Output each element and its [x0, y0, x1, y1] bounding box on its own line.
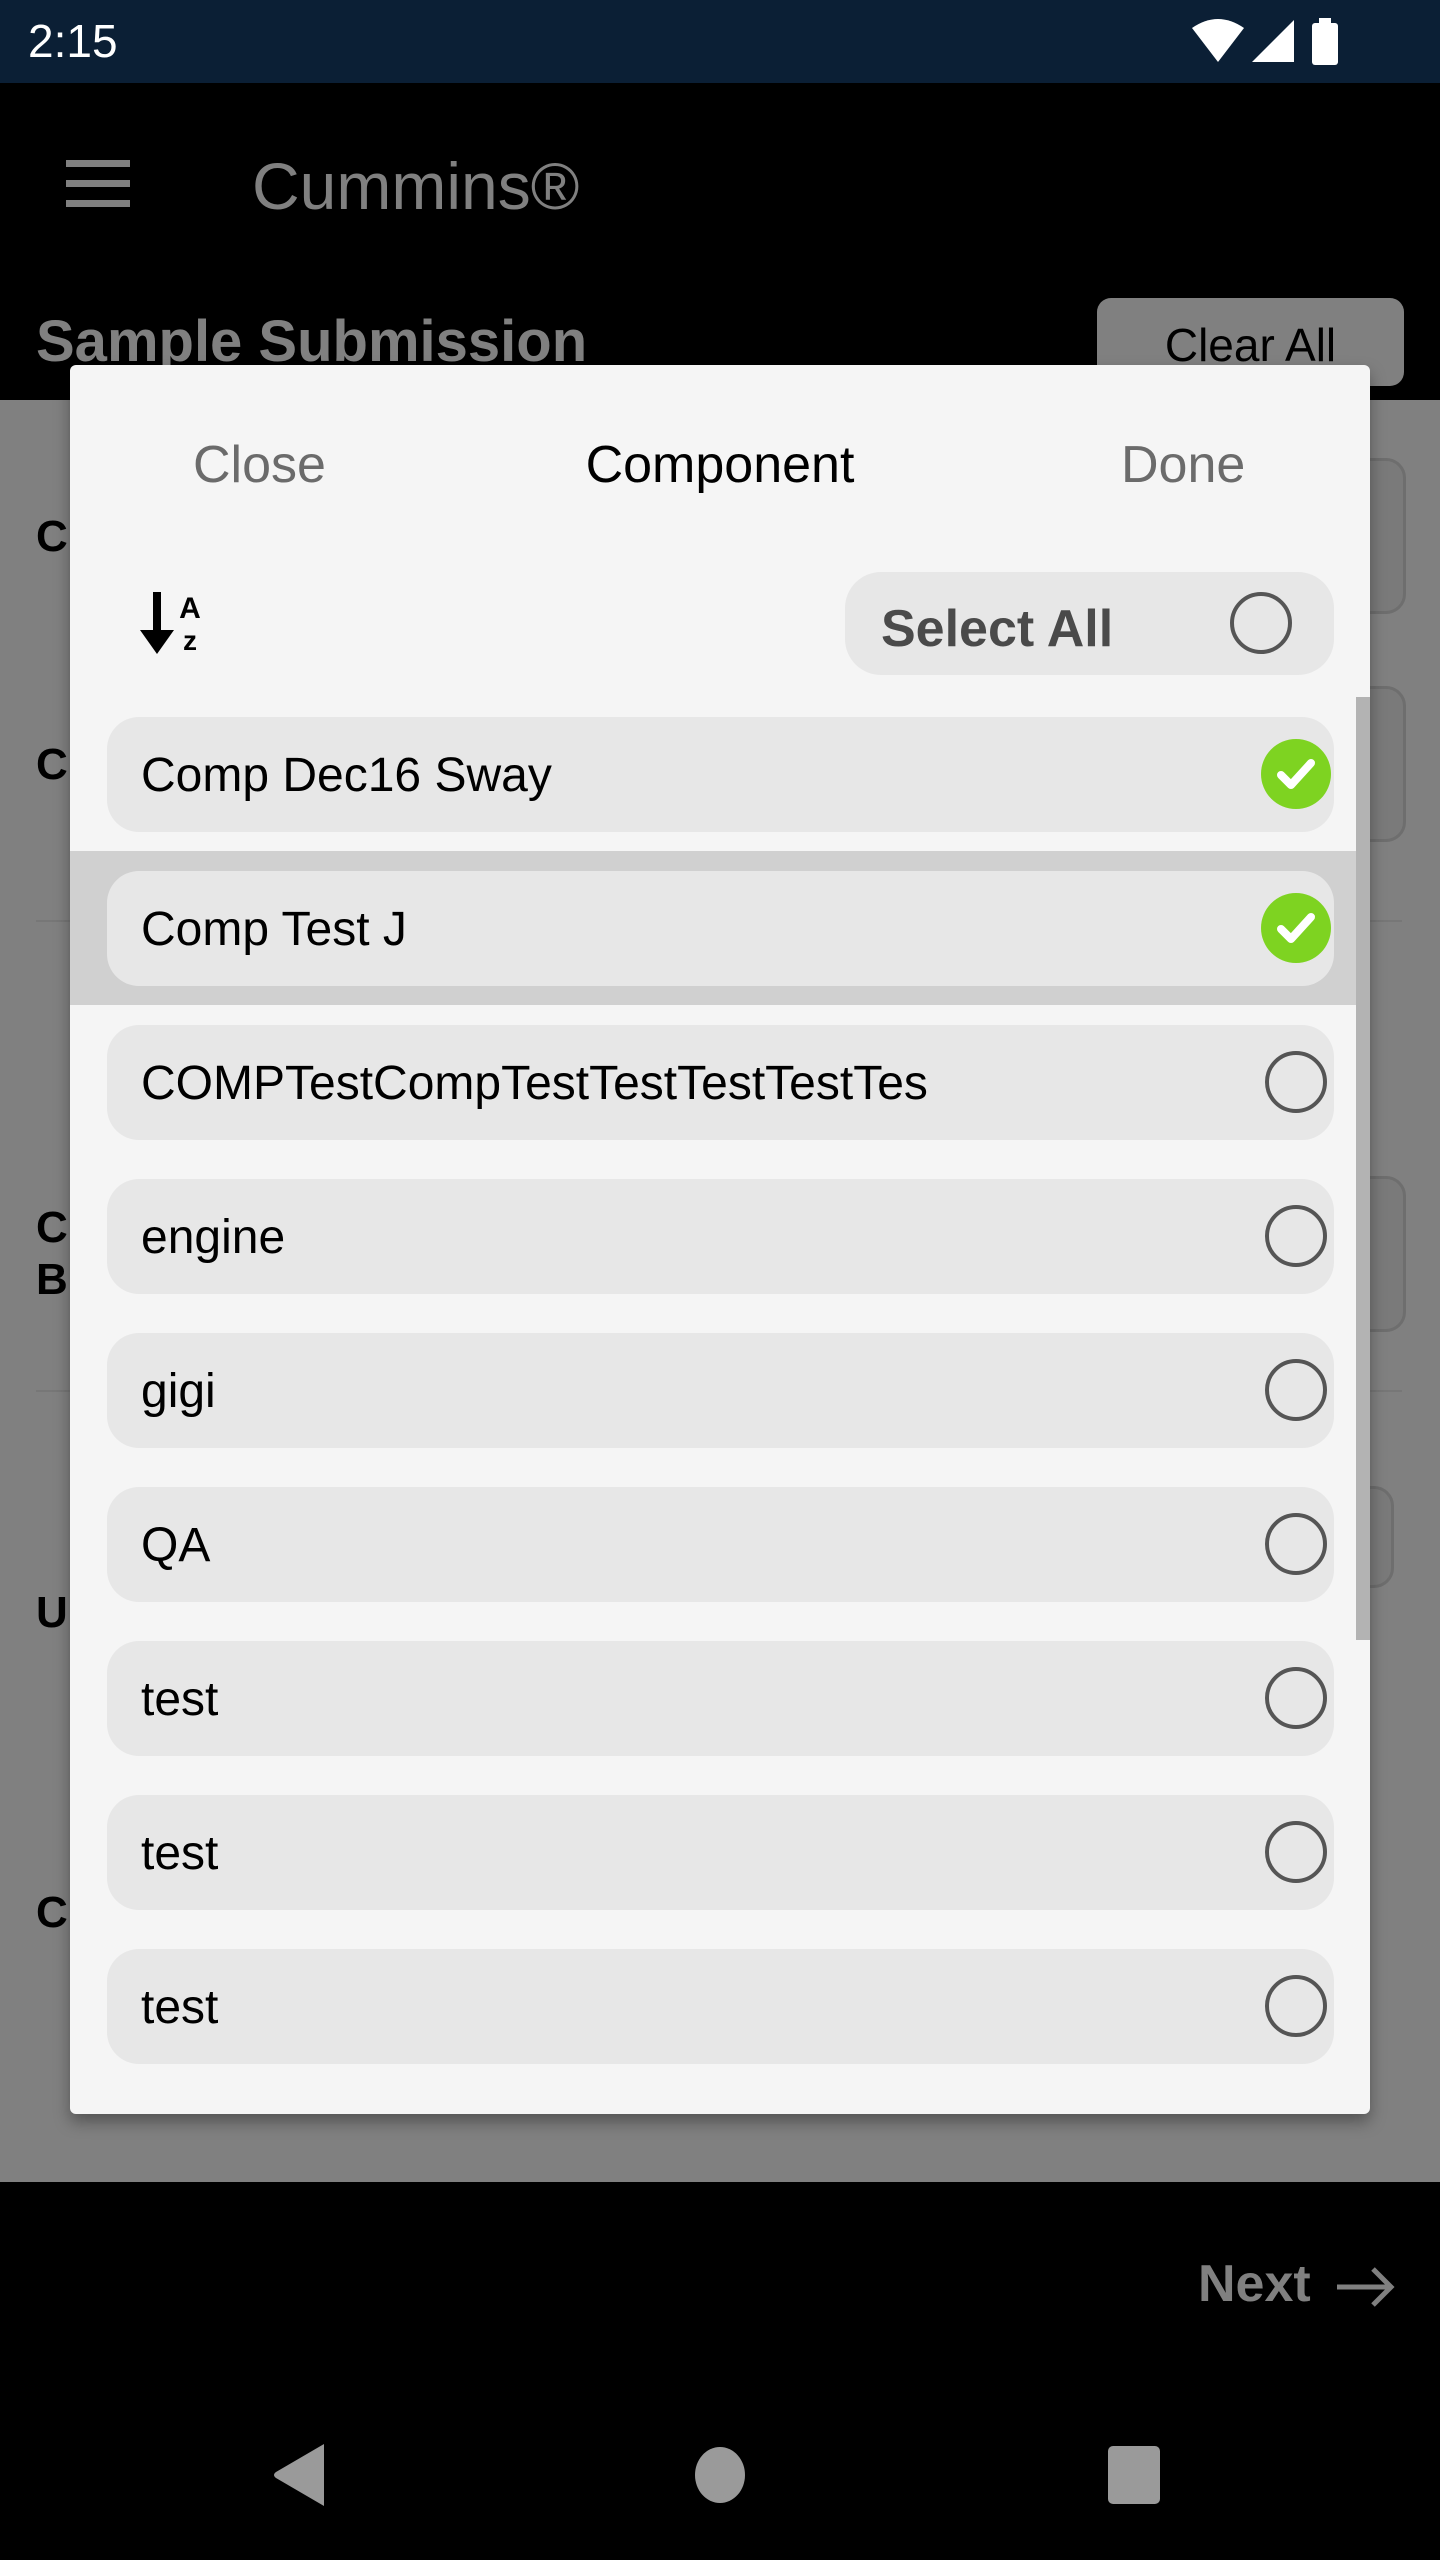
- radio-unchecked-icon[interactable]: [1265, 1821, 1327, 1883]
- component-name: test: [141, 1827, 219, 1880]
- component-list-item[interactable]: engine: [107, 1179, 1334, 1294]
- signal-icon: [1252, 20, 1294, 62]
- component-list-item[interactable]: gigi: [107, 1333, 1334, 1448]
- list-scrollbar[interactable]: [1356, 697, 1370, 1640]
- system-nav-bar: [0, 2400, 1440, 2560]
- wifi-icon: [1192, 19, 1244, 62]
- component-list-item[interactable]: COMPTestCompTestTestTestTestTes: [107, 1025, 1334, 1140]
- next-label: Next: [1198, 2255, 1311, 2313]
- component-list-item[interactable]: QA: [107, 1487, 1334, 1602]
- back-icon[interactable]: [272, 2442, 328, 2508]
- status-bar: 2:15: [0, 0, 1440, 83]
- component-name: COMPTestCompTestTestTestTestTes: [141, 1057, 928, 1110]
- component-list-item[interactable]: test: [107, 1641, 1334, 1756]
- form-label: U: [36, 1588, 68, 1637]
- component-name: gigi: [141, 1365, 216, 1418]
- radio-unchecked-icon[interactable]: [1265, 1205, 1327, 1267]
- component-list-item[interactable]: test: [107, 1795, 1334, 1910]
- hamburger-icon[interactable]: [66, 160, 130, 208]
- component-name: Comp Test J: [141, 903, 407, 956]
- select-all-label: Select All: [881, 600, 1114, 658]
- component-list-item[interactable]: Comp Test J: [107, 871, 1334, 986]
- recents-icon[interactable]: [1106, 2444, 1162, 2506]
- form-label: C: [36, 512, 68, 561]
- component-name: Comp Dec16 Sway: [141, 749, 552, 802]
- component-name: QA: [141, 1519, 211, 1572]
- component-name: test: [141, 1673, 219, 1726]
- form-label: C: [36, 1888, 68, 1937]
- radio-unchecked-icon[interactable]: [1265, 1051, 1327, 1113]
- component-list-item[interactable]: Comp Dec16 Sway: [107, 717, 1334, 832]
- done-button[interactable]: Done: [1121, 435, 1245, 495]
- component-list-item[interactable]: test: [107, 1949, 1334, 2064]
- sort-alpha-down-icon[interactable]: A z: [138, 590, 218, 660]
- status-time: 2:15: [28, 15, 118, 67]
- component-name: engine: [141, 1211, 286, 1264]
- component-picker-modal: Close Component Done A z Select All Comp…: [70, 365, 1370, 2114]
- home-icon[interactable]: [694, 2446, 746, 2504]
- radio-unchecked-icon[interactable]: [1265, 1513, 1327, 1575]
- checkmark-circle-icon[interactable]: [1261, 893, 1331, 963]
- next-button[interactable]: Next: [1198, 2254, 1397, 2314]
- app-title: Cummins®: [252, 149, 580, 223]
- sort-glyph-a: A: [179, 592, 201, 625]
- radio-unchecked-icon[interactable]: [1265, 1975, 1327, 2037]
- component-name: test: [141, 1981, 219, 2034]
- sort-glyph-z: z: [183, 625, 197, 656]
- form-label: C: [36, 740, 68, 789]
- checkmark-circle-icon[interactable]: [1261, 739, 1331, 809]
- radio-unchecked-icon[interactable]: [1265, 1359, 1327, 1421]
- radio-unchecked-icon[interactable]: [1230, 592, 1292, 654]
- battery-icon: [1312, 18, 1338, 65]
- select-all-toggle[interactable]: Select All: [845, 572, 1334, 675]
- arrow-right-icon: [1337, 2267, 1395, 2308]
- form-label: C B: [36, 1203, 68, 1304]
- radio-unchecked-icon[interactable]: [1265, 1667, 1327, 1729]
